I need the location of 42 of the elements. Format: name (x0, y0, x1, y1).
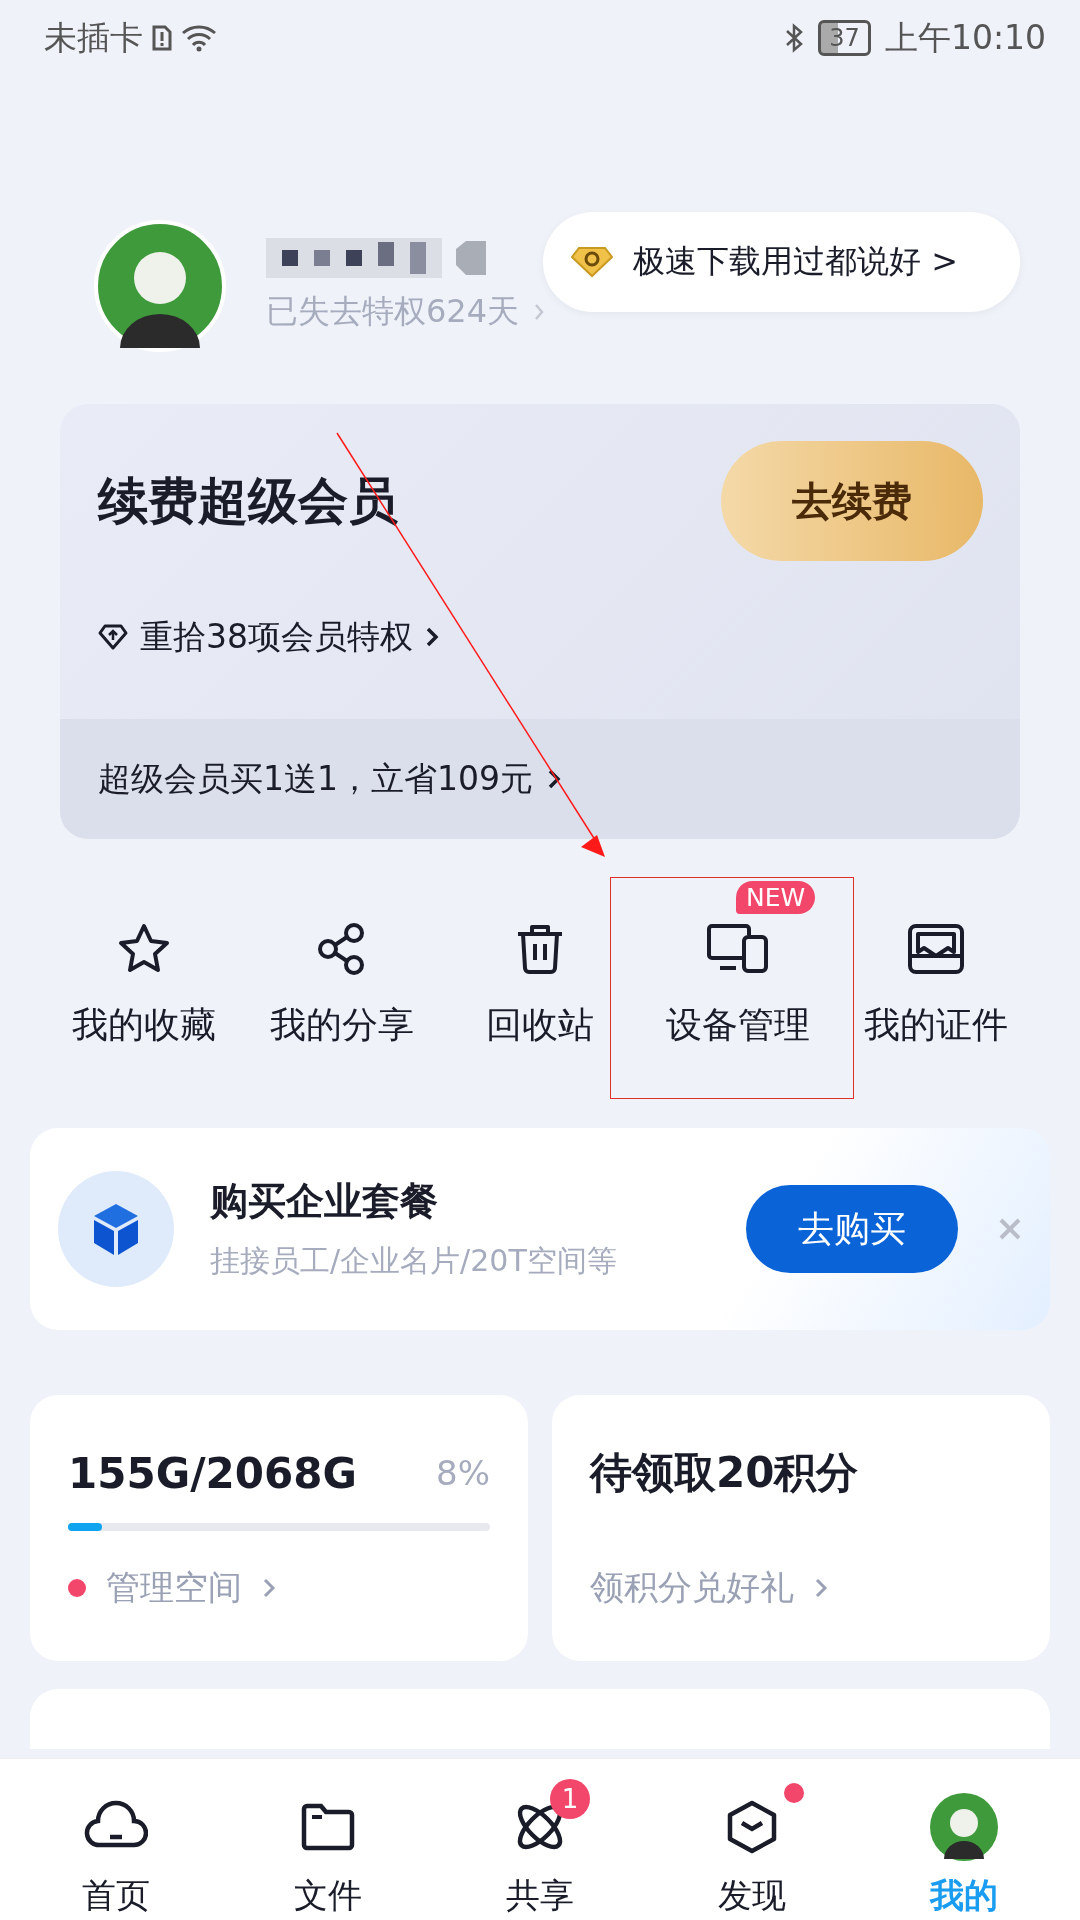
chevron-icon (814, 1577, 828, 1599)
carrier-text: 未插卡 (44, 16, 143, 59)
avatar (930, 1793, 998, 1861)
nav-tab[interactable]: 文件 (222, 1759, 434, 1920)
diamond-icon (98, 623, 128, 651)
perks-link[interactable]: 重拾38项会员特权 (140, 614, 413, 660)
nav-tab[interactable]: 1 共享 (434, 1759, 646, 1920)
nav-tab[interactable]: 发现 (646, 1759, 858, 1920)
clock-text: 上午10:10 (884, 16, 1046, 59)
points-title: 待领取20积分 (590, 1447, 859, 1499)
new-badge: NEW (736, 881, 816, 914)
count-badge: 1 (550, 1779, 590, 1819)
promo-strip[interactable]: 超级会员买1送1，立省109元 (60, 719, 1020, 839)
renew-button[interactable]: 去续费 (721, 441, 983, 561)
shortcut-item[interactable]: 回收站 (441, 919, 639, 1050)
devices-icon (706, 922, 770, 976)
enterprise-subtitle: 挂接员工/企业名片/20T空间等 (210, 1242, 618, 1280)
chevron-icon (425, 626, 439, 648)
nav-tab[interactable]: 首页 (10, 1759, 222, 1920)
shortcut-item[interactable]: 我的分享 (243, 919, 441, 1050)
id-card-icon (906, 922, 966, 976)
storage-usage: 155G/2068G (68, 1448, 357, 1498)
shortcut-item[interactable]: 我的收藏 (45, 919, 243, 1050)
level-badge-icon (456, 241, 486, 275)
enterprise-title: 购买企业套餐 (210, 1178, 439, 1225)
shortcut-item[interactable]: 我的证件 (837, 919, 1035, 1050)
buy-button[interactable]: 去购买 (746, 1185, 958, 1273)
bluetooth-icon (784, 22, 805, 54)
chevron-icon (547, 768, 561, 790)
sim-alert-icon (151, 24, 173, 52)
close-icon[interactable] (998, 1217, 1022, 1241)
wifi-icon (181, 24, 217, 52)
points-card[interactable]: 待领取20积分 领积分兑好礼 (552, 1395, 1050, 1661)
storage-card[interactable]: 155G/2068G 8% 管理空间 (30, 1395, 528, 1661)
promo-text: 超级会员买1送1，立省109元 (98, 757, 533, 800)
storage-percent: 8% (436, 1453, 490, 1493)
diamond-s-icon (571, 246, 613, 278)
chevron-icon (262, 1577, 276, 1599)
battery-icon: 37 (818, 20, 871, 56)
promo-tooltip[interactable]: 极速下载用过都说好 > (543, 212, 1020, 312)
chevron-icon (533, 302, 546, 322)
alert-dot (68, 1579, 86, 1597)
